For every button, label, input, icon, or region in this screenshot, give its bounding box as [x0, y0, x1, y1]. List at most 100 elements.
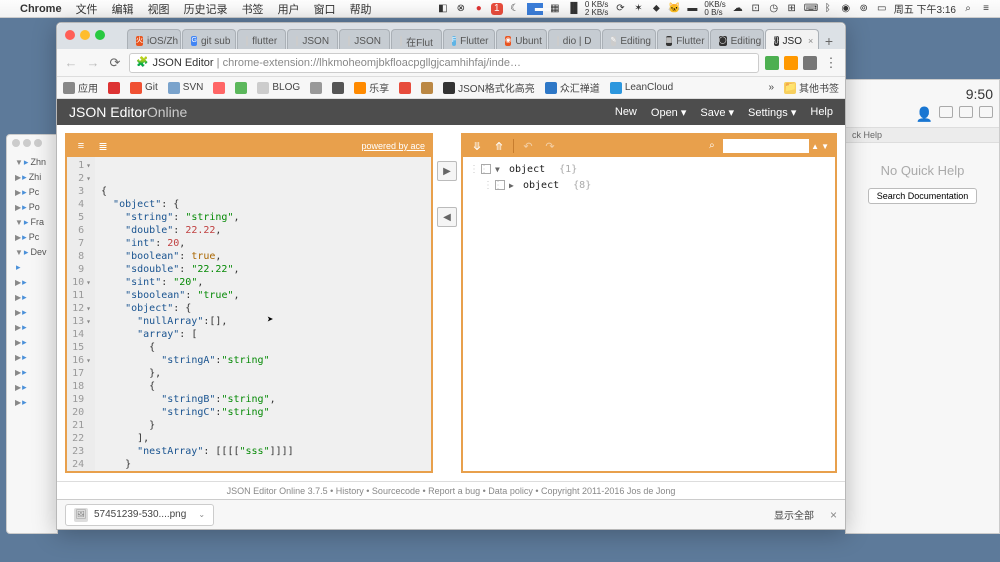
collapse-all-button[interactable]: ⤊	[491, 139, 507, 153]
checkbox[interactable]	[495, 180, 505, 190]
bookmark-item[interactable]: 乐享	[354, 80, 389, 95]
tree-node[interactable]: ⋮⋮▶object {8}	[469, 177, 829, 193]
bookmark-item[interactable]: JSON格式化高亮	[443, 80, 535, 95]
status-icon[interactable]: ▐▌	[567, 3, 579, 15]
checkbox[interactable]	[481, 164, 491, 174]
app-name[interactable]: Chrome	[20, 3, 62, 15]
status-badge[interactable]: 1	[491, 3, 503, 15]
menu-edit[interactable]: 编辑	[112, 1, 134, 17]
tree-view[interactable]: ⋮⋮▼object {1}⋮⋮▶object {8}	[463, 157, 835, 471]
window-maximize[interactable]	[95, 30, 105, 40]
format-button[interactable]: ≡	[73, 139, 89, 153]
menu-open[interactable]: Open ▾	[651, 106, 687, 119]
browser-tab[interactable]: 火iOS/Zh	[127, 29, 181, 49]
status-icon[interactable]: ▦	[549, 3, 561, 15]
finder-tree-item[interactable]: ▼▸Zhn	[9, 155, 55, 170]
status-icon[interactable]: ☁	[732, 3, 744, 15]
browser-tab[interactable]: {}JSO×	[765, 29, 819, 49]
compact-button[interactable]: ≣	[95, 139, 111, 153]
menu-button[interactable]: ⋮	[823, 55, 839, 71]
menu-window[interactable]: 窗口	[314, 1, 336, 17]
bookmark-item[interactable]	[213, 82, 225, 94]
wifi-icon[interactable]: ⊚	[858, 3, 870, 15]
bookmark-item[interactable]	[310, 82, 322, 94]
menu-help[interactable]: Help	[810, 106, 833, 119]
bookmark-item[interactable]: 众汇禅道	[545, 80, 600, 95]
window-close[interactable]	[65, 30, 75, 40]
bookmark-item[interactable]: BLOG	[257, 82, 300, 94]
finder-tree-item[interactable]: ▶▸	[9, 320, 55, 335]
powered-by-link[interactable]: powered by ace	[361, 141, 425, 151]
bookmark-overflow[interactable]: »	[768, 82, 774, 93]
bookmark-item[interactable]: 应用	[63, 80, 98, 95]
menu-view[interactable]: 视图	[148, 1, 170, 17]
browser-tab[interactable]: ◉Ubunt	[496, 29, 547, 49]
menu-new[interactable]: New	[615, 106, 637, 119]
extension-icon[interactable]	[803, 56, 817, 70]
bookmark-item[interactable]	[332, 82, 344, 94]
bookmark-item[interactable]	[235, 82, 247, 94]
spotlight-icon[interactable]: ⌕	[962, 3, 974, 15]
extension-icon[interactable]	[765, 56, 779, 70]
search-input[interactable]	[723, 139, 809, 153]
undo-button[interactable]: ↶	[520, 139, 536, 153]
status-icon[interactable]: ✶	[632, 3, 644, 15]
browser-tab[interactable]: dio | D	[548, 29, 601, 49]
bookmark-item[interactable]	[108, 82, 120, 94]
finder-tree-item[interactable]: ▼▸Fra	[9, 215, 55, 230]
status-icon[interactable]: ⊞	[786, 3, 798, 15]
toolbar-icon[interactable]	[979, 106, 993, 118]
notifications-icon[interactable]: ≡	[980, 3, 992, 15]
battery-icon[interactable]: ▭	[876, 3, 888, 15]
status-icon[interactable]: ▬▬	[527, 3, 543, 15]
finder-tree-item[interactable]: ▶▸	[9, 365, 55, 380]
disclosure-icon[interactable]: ▼	[495, 165, 505, 174]
finder-tree-item[interactable]: ▶▸	[9, 335, 55, 350]
browser-tab[interactable]: 在Flut	[391, 29, 442, 49]
window-minimize[interactable]	[80, 30, 90, 40]
menu-bookmarks[interactable]: 书签	[242, 1, 264, 17]
close-shelf[interactable]: ×	[830, 508, 837, 522]
bookmark-item[interactable]	[399, 82, 411, 94]
search-documentation-button[interactable]: Search Documentation	[868, 188, 978, 204]
browser-tab[interactable]: Ggit sub	[182, 29, 235, 49]
browser-tab[interactable]: JSON	[287, 29, 338, 49]
status-icon[interactable]: 🐱	[668, 3, 680, 15]
copy-right-button[interactable]: ▶	[437, 161, 457, 181]
bookmark-item[interactable]	[421, 82, 433, 94]
status-icon[interactable]: ◷	[768, 3, 780, 15]
finder-tree-item[interactable]: ▶▸	[9, 395, 55, 410]
redo-button[interactable]: ↷	[542, 139, 558, 153]
window-max[interactable]	[34, 139, 42, 147]
status-icon[interactable]: ●	[473, 3, 485, 15]
person-icon[interactable]: 👤	[916, 106, 933, 123]
finder-tree-item[interactable]: ▶▸Pc	[9, 230, 55, 245]
status-icon[interactable]: ▬	[686, 3, 698, 15]
show-all-downloads[interactable]: 显示全部	[774, 507, 814, 522]
bluetooth-icon[interactable]: ᛒ	[822, 3, 834, 15]
new-tab-button[interactable]: +	[820, 29, 838, 49]
wechat-icon[interactable]: ◉	[840, 3, 852, 15]
close-tab-icon[interactable]: ×	[808, 36, 813, 46]
browser-tab[interactable]: ▦Flutter	[657, 29, 709, 49]
finder-tree-item[interactable]: ▶▸	[9, 305, 55, 320]
browser-tab[interactable]: ◯Editing	[710, 29, 764, 49]
reload-button[interactable]: ⟳	[107, 55, 123, 71]
browser-tab[interactable]: ✎Editing	[602, 29, 656, 49]
expand-all-button[interactable]: ⤋	[469, 139, 485, 153]
finder-tree-item[interactable]: ▶▸	[9, 290, 55, 305]
bookmark-item[interactable]: SVN	[168, 82, 204, 94]
browser-tab[interactable]: flutter	[237, 29, 287, 49]
bookmark-item[interactable]: Git	[130, 82, 158, 94]
finder-tree-item[interactable]: ▼▸Dev	[9, 245, 55, 260]
disclosure-icon[interactable]: ▶	[509, 181, 519, 190]
window-min[interactable]	[23, 139, 31, 147]
status-icon[interactable]: ⌨	[804, 3, 816, 15]
menu-save[interactable]: Save ▾	[700, 106, 734, 119]
chevron-down-icon[interactable]: ⌄	[198, 510, 205, 519]
browser-tab[interactable]: JSON	[339, 29, 390, 49]
status-icon[interactable]: ⊡	[750, 3, 762, 15]
forward-button[interactable]: →	[85, 55, 101, 71]
drag-handle-icon[interactable]: ⋮⋮	[483, 180, 491, 191]
extension-icon[interactable]	[784, 56, 798, 70]
